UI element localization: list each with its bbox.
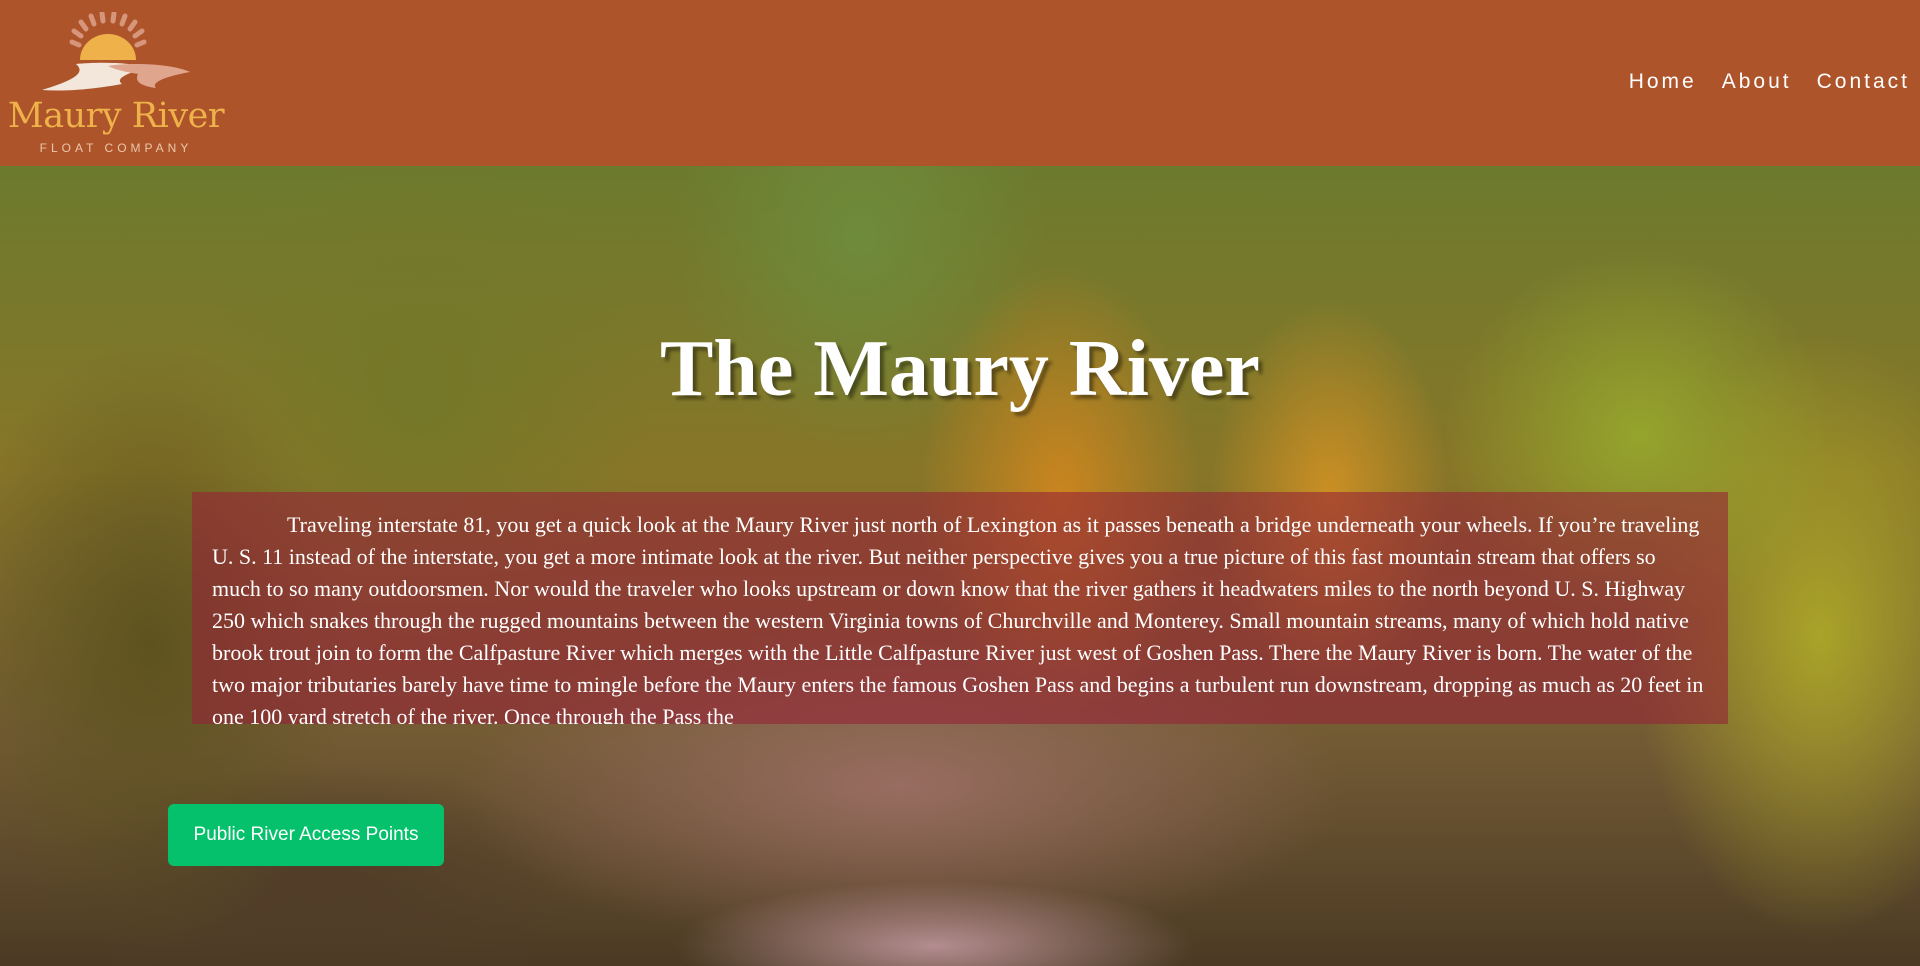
hero-section: The Maury River Traveling interstate 81,…	[0, 166, 1920, 966]
nav-home-link[interactable]: Home	[1629, 70, 1697, 94]
site-header: Maury River FLOAT COMPANY Home About Con…	[0, 0, 1920, 166]
sun-over-river-icon	[42, 12, 190, 91]
main-nav: Home About Contact	[1629, 70, 1910, 94]
site-logo[interactable]: Maury River FLOAT COMPANY	[0, 0, 230, 166]
page-title: The Maury River	[660, 325, 1260, 413]
nav-about-link[interactable]: About	[1722, 70, 1792, 94]
nav-contact-link[interactable]: Contact	[1817, 70, 1910, 94]
logo-tagline: FLOAT COMPANY	[39, 141, 193, 155]
intro-text-box: Traveling interstate 81, you get a quick…	[192, 492, 1728, 724]
logo-title: Maury River	[7, 96, 225, 136]
public-access-points-button[interactable]: Public River Access Points	[168, 804, 444, 866]
intro-paragraph: Traveling interstate 81, you get a quick…	[212, 512, 1704, 724]
